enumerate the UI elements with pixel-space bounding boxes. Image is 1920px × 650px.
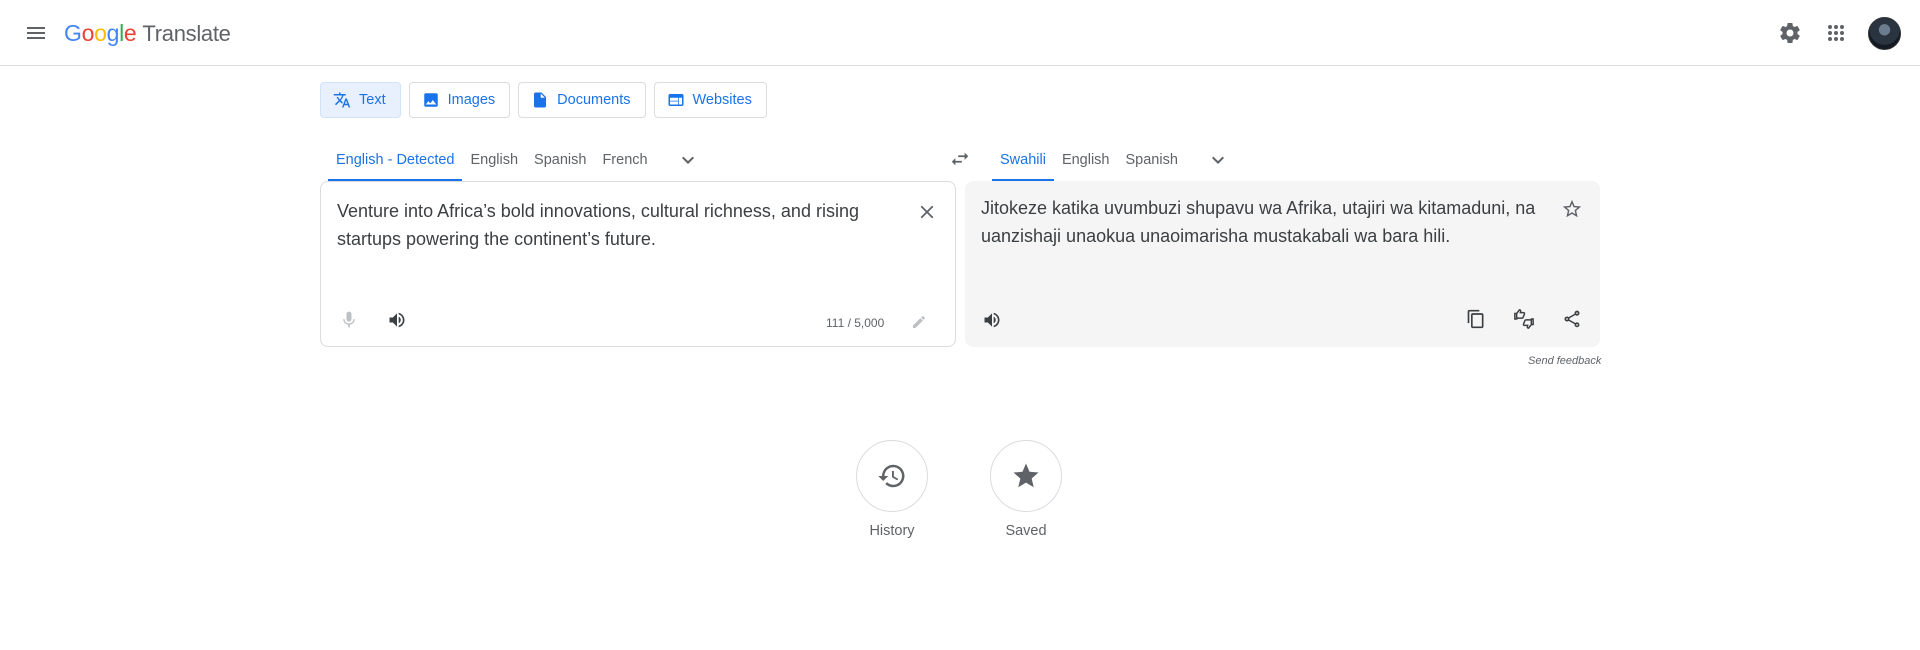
history-icon bbox=[878, 464, 905, 488]
history-button[interactable]: History bbox=[842, 440, 942, 539]
logo-letter: o bbox=[81, 20, 95, 46]
send-feedback-link[interactable]: Send feedback bbox=[1528, 355, 1601, 367]
source-lang-spanish[interactable]: Spanish bbox=[526, 139, 594, 181]
saved-button[interactable]: Saved bbox=[976, 440, 1076, 539]
settings-button[interactable] bbox=[1772, 15, 1808, 51]
target-lang-spanish[interactable]: Spanish bbox=[1118, 139, 1186, 181]
rate-translation-button[interactable] bbox=[1506, 301, 1542, 337]
logo-letter: g bbox=[106, 20, 120, 46]
tab-documents[interactable]: Documents bbox=[518, 82, 646, 118]
target-lang-swahili[interactable]: Swahili bbox=[992, 139, 1054, 181]
document-icon bbox=[534, 92, 547, 108]
saved-circle bbox=[990, 440, 1062, 512]
character-count: 111 / 5,000 bbox=[826, 316, 885, 330]
listen-translation-button[interactable] bbox=[974, 302, 1010, 338]
save-translation-button[interactable] bbox=[1554, 191, 1590, 227]
tab-images-label: Images bbox=[447, 92, 496, 108]
tab-text[interactable]: Text bbox=[320, 82, 401, 118]
share-icon bbox=[1564, 310, 1580, 328]
copy-icon bbox=[1467, 309, 1484, 329]
apps-button[interactable] bbox=[1818, 15, 1854, 51]
tab-documents-label: Documents bbox=[557, 92, 631, 108]
mode-tabs: Text Images Documents Websites bbox=[320, 82, 767, 118]
logo-letter: G bbox=[64, 20, 82, 46]
star-icon bbox=[1013, 463, 1039, 488]
chevron-down-icon bbox=[1211, 156, 1224, 164]
source-lang-detected[interactable]: English - Detected bbox=[328, 139, 463, 181]
history-circle bbox=[856, 440, 928, 512]
website-icon bbox=[668, 94, 683, 106]
google-translate-logo[interactable]: Google Translate bbox=[64, 20, 231, 48]
logo-letter: o bbox=[94, 20, 107, 46]
swap-arrows-icon bbox=[951, 152, 969, 166]
clear-source-button[interactable] bbox=[909, 194, 945, 230]
translate-icon bbox=[333, 92, 351, 108]
microphone-icon bbox=[343, 311, 355, 328]
translation-text: Jitokeze katika uvumbuzi shupavu wa Afri… bbox=[981, 198, 1536, 246]
thumbs-up-down-icon bbox=[1514, 309, 1534, 329]
source-lang-english[interactable]: English bbox=[462, 139, 526, 181]
star-outline-icon bbox=[1562, 199, 1582, 218]
listen-source-button[interactable] bbox=[379, 302, 415, 338]
target-language-bar: Swahili English Spanish bbox=[992, 139, 1238, 181]
tab-websites-label: Websites bbox=[692, 92, 752, 108]
source-language-bar: English - Detected English Spanish Frenc… bbox=[328, 139, 708, 181]
menu-icon bbox=[27, 27, 45, 39]
tab-images[interactable]: Images bbox=[408, 82, 511, 118]
target-more-languages-button[interactable] bbox=[1198, 140, 1238, 180]
source-more-languages-button[interactable] bbox=[668, 140, 708, 180]
logo-letter: e bbox=[123, 20, 137, 46]
source-lang-french[interactable]: French bbox=[594, 139, 655, 181]
speaker-icon bbox=[984, 312, 1000, 328]
voice-input-button[interactable] bbox=[331, 302, 367, 338]
translation-panel: Jitokeze katika uvumbuzi shupavu wa Afri… bbox=[965, 181, 1600, 347]
copy-translation-button[interactable] bbox=[1458, 301, 1494, 337]
pencil-icon bbox=[913, 315, 926, 328]
source-text-panel: Venture into Africa’s bold innovations, … bbox=[320, 181, 956, 347]
main-menu-button[interactable] bbox=[18, 15, 54, 51]
history-label: History bbox=[869, 523, 915, 539]
top-header: Google Translate bbox=[0, 0, 1920, 66]
tab-websites[interactable]: Websites bbox=[653, 82, 767, 118]
apps-grid-icon bbox=[1828, 25, 1844, 41]
account-avatar[interactable] bbox=[1868, 17, 1901, 50]
source-text-input[interactable]: Venture into Africa’s bold innovations, … bbox=[337, 197, 897, 253]
gear-icon bbox=[1780, 22, 1800, 43]
chevron-down-icon bbox=[681, 156, 694, 164]
close-icon bbox=[920, 205, 934, 219]
product-name: Translate bbox=[142, 21, 231, 46]
speaker-icon bbox=[389, 312, 405, 328]
saved-label: Saved bbox=[1005, 523, 1047, 539]
tab-text-label: Text bbox=[359, 92, 386, 108]
handwriting-button[interactable] bbox=[901, 304, 937, 340]
share-translation-button[interactable] bbox=[1554, 301, 1590, 337]
swap-languages-button[interactable] bbox=[940, 139, 980, 179]
image-icon bbox=[423, 93, 438, 107]
target-lang-english[interactable]: English bbox=[1054, 139, 1118, 181]
